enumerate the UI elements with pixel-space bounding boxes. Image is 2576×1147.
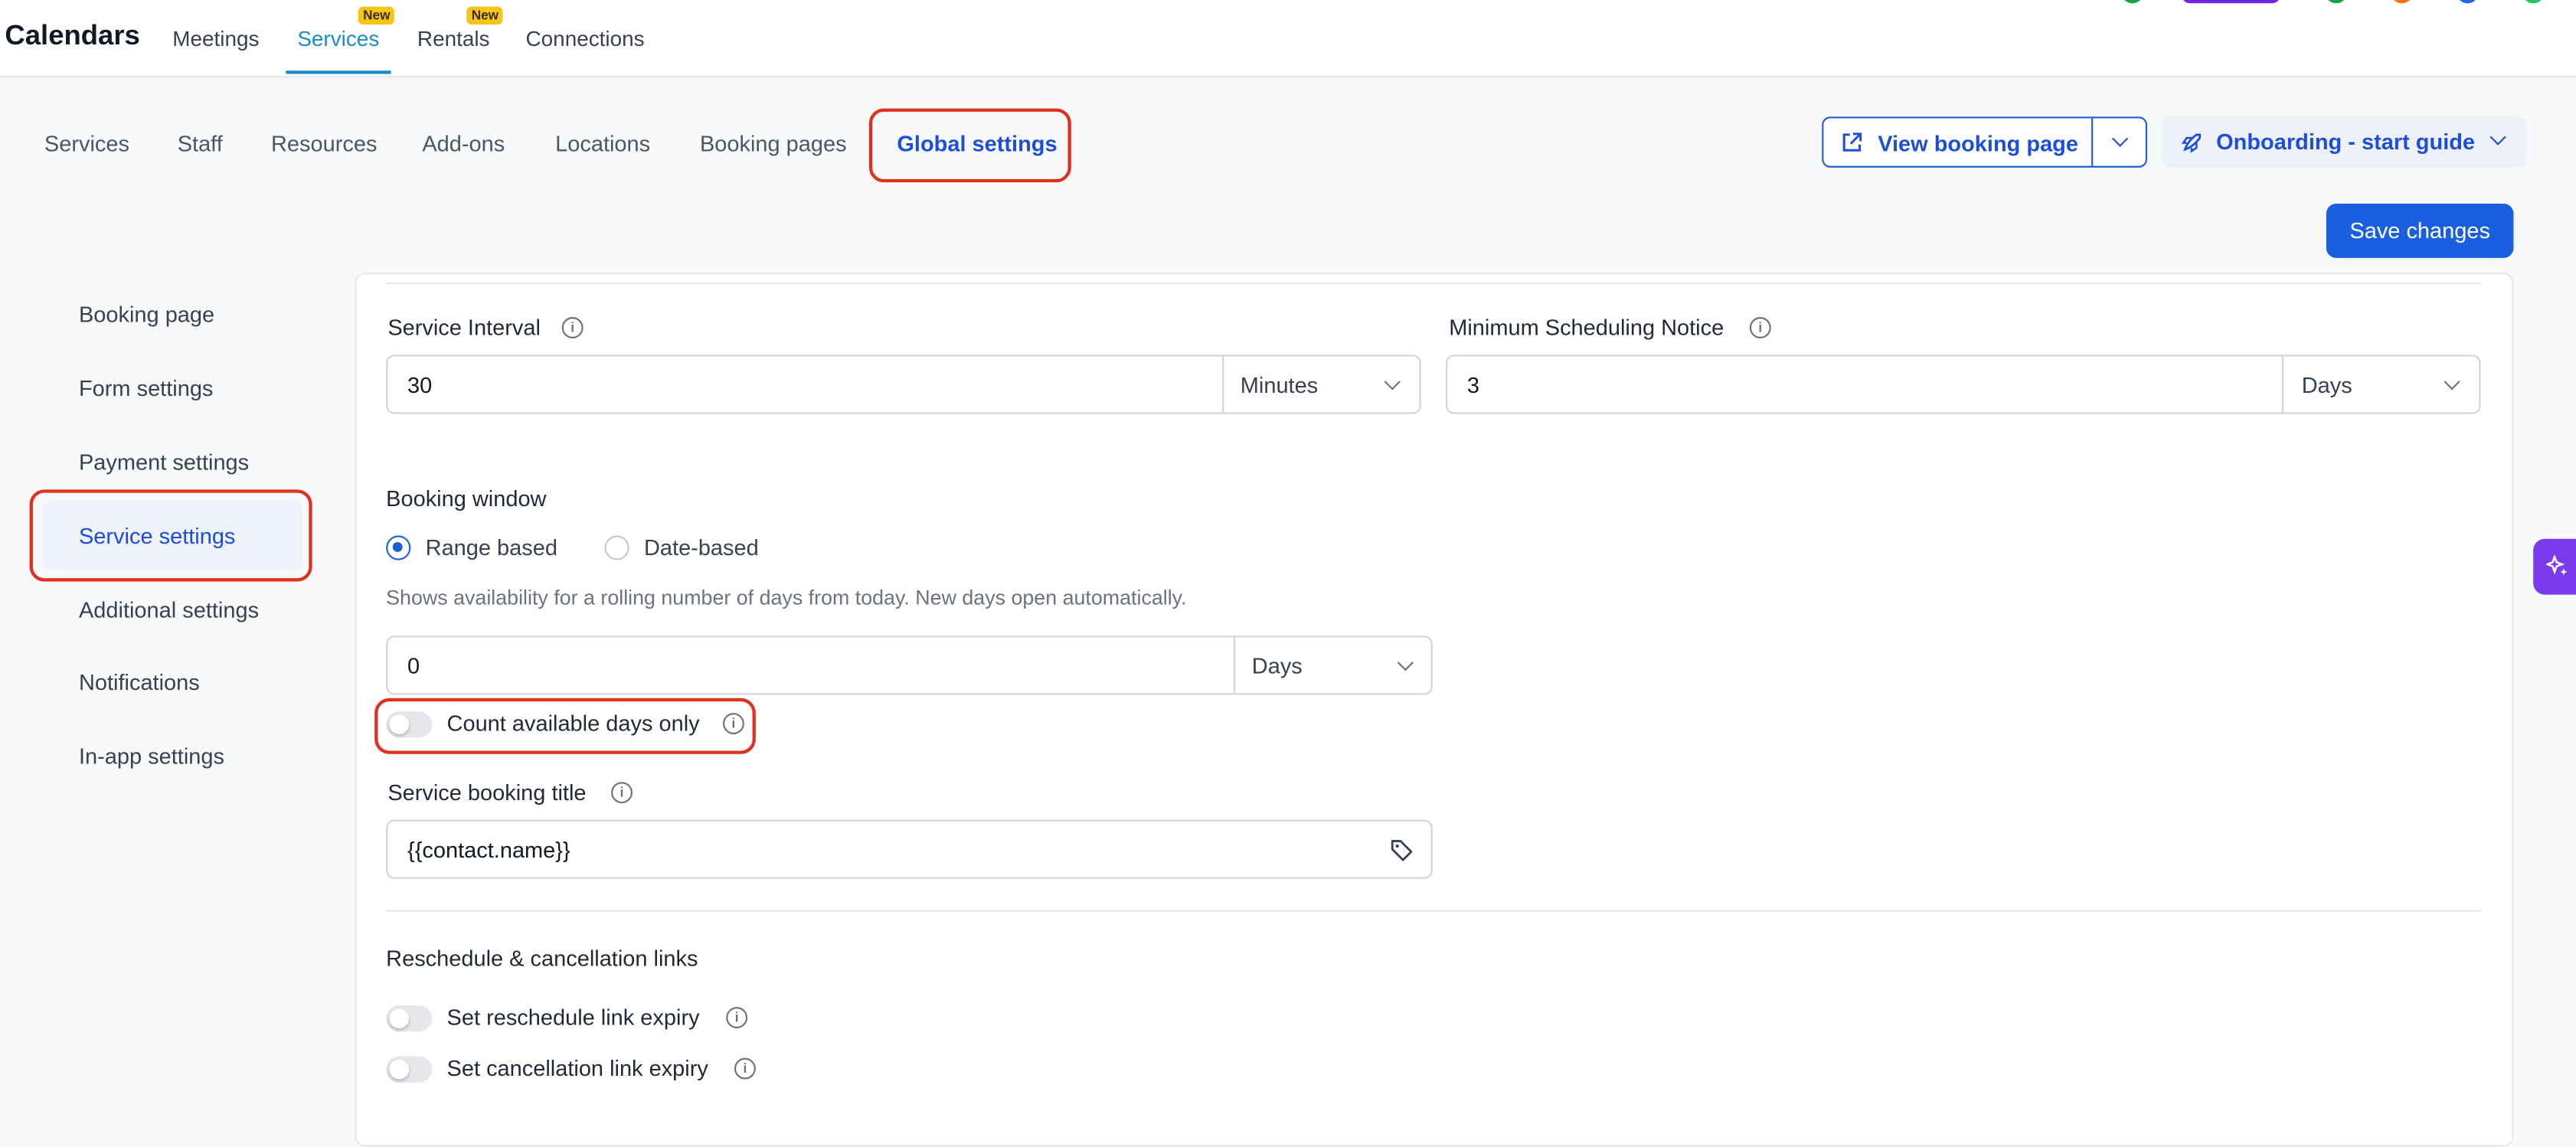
chevron-down-icon [1397,655,1414,672]
external-link-icon [1842,132,1862,152]
info-icon[interactable]: i [561,317,584,338]
service-interval-value: 30 [407,373,433,398]
avatar[interactable] [2326,0,2346,4]
avatar[interactable] [2457,0,2478,4]
cancellation-expiry-label: Set cancellation link expiry [446,1056,708,1081]
subnav-staff[interactable]: Staff [178,132,223,156]
active-tab-indicator [286,70,391,74]
booking-window-field[interactable]: 0 Days [386,636,1433,695]
view-booking-page-button[interactable]: View booking page [1822,116,2148,168]
topnav-connections[interactable]: Connections [526,26,645,51]
subnav-locations[interactable]: Locations [555,132,650,156]
leftnav-booking-page[interactable]: Booking page [79,302,214,327]
subnav-services[interactable]: Services [44,132,129,156]
min-notice-label: Minimum Scheduling Notice [1449,315,1724,341]
top-bar: Calendars Meetings Services New Rentals … [0,0,2576,77]
subnav-addons[interactable]: Add-ons [422,132,505,156]
info-icon[interactable]: i [1749,317,1771,338]
new-badge: New [358,6,395,25]
topnav-meetings[interactable]: Meetings [172,26,259,51]
booking-title-field[interactable]: {{contact.name}} [386,819,1433,879]
field-separator [2281,356,2284,413]
field-separator [1222,356,1224,413]
range-based-label[interactable]: Range based [426,535,557,560]
tag-icon[interactable] [1390,838,1414,862]
highlight-box [29,489,312,582]
info-icon[interactable]: i [726,1007,748,1029]
info-icon[interactable]: i [734,1057,756,1080]
chevron-down-icon [2444,374,2460,391]
min-notice-value: 3 [1466,373,1479,398]
min-notice-field[interactable]: 3 Days [1445,355,2481,414]
avatar[interactable] [2523,0,2544,4]
reschedule-expiry-label: Set reschedule link expiry [446,1005,700,1031]
divider [386,283,2481,285]
topnav-services[interactable]: Services [297,26,379,51]
view-booking-page-label: View booking page [1878,131,2078,156]
service-interval-unit[interactable]: Minutes [1241,373,1318,397]
sparkle-icon [2546,555,2568,576]
date-based-label[interactable]: Date-based [644,535,759,560]
reschedule-expiry-toggle[interactable] [386,1005,433,1032]
ai-assistant-button[interactable] [2533,538,2576,595]
booking-title-label: Service booking title [387,780,587,806]
new-badge: New [466,6,504,25]
onboarding-label: Onboarding - start guide [2216,129,2476,155]
leftnav-additional-settings[interactable]: Additional settings [79,598,259,623]
avatar[interactable] [2391,0,2412,4]
booking-window-unit[interactable]: Days [1252,654,1303,678]
avatar[interactable] [2122,0,2143,4]
leftnav-payment-settings[interactable]: Payment settings [79,450,249,475]
cancellation-expiry-toggle[interactable] [386,1056,433,1083]
leftnav-in-app-settings[interactable]: In-app settings [79,744,224,769]
service-interval-label: Service Interval [387,315,541,341]
highlight-box [374,698,756,754]
booking-window-value: 0 [407,653,420,679]
info-icon[interactable]: i [611,782,633,804]
leftnav-notifications[interactable]: Notifications [79,670,200,694]
highlight-box [868,108,1071,183]
chevron-down-icon [2489,129,2506,145]
subnav-resources[interactable]: Resources [271,132,377,156]
field-separator [1234,637,1236,694]
leftnav-form-settings[interactable]: Form settings [79,376,213,400]
app-title: Calendars [5,19,140,51]
booking-title-value: {{contact.name}} [407,838,570,863]
min-notice-unit[interactable]: Days [2302,373,2352,397]
subnav-booking-pages[interactable]: Booking pages [700,132,847,156]
divider [386,910,2481,912]
topnav-rentals[interactable]: Rentals [417,26,490,51]
service-interval-field[interactable]: 30 Minutes [386,355,1421,414]
range-based-radio[interactable] [386,535,411,560]
chevron-down-icon[interactable] [2112,130,2129,147]
avatar[interactable] [2182,0,2280,4]
split-divider [2091,118,2094,166]
reschedule-section-title: Reschedule & cancellation links [386,946,698,971]
save-changes-button[interactable]: Save changes [2326,204,2514,258]
booking-window-helper: Shows availability for a rolling number … [386,586,1187,609]
chevron-down-icon [1384,374,1401,391]
rocket-icon [2181,133,2202,153]
booking-window-title: Booking window [386,486,547,511]
onboarding-guide-button[interactable]: Onboarding - start guide [2162,116,2527,168]
date-based-radio[interactable] [604,535,629,560]
